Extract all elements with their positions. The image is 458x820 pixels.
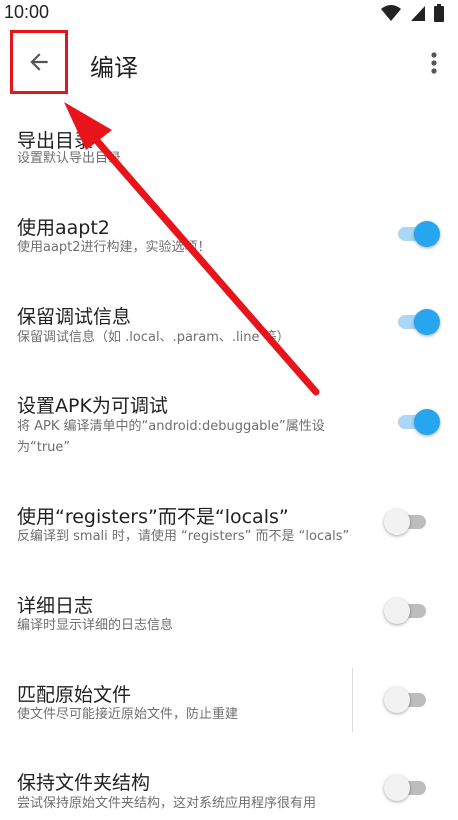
battery-icon <box>434 4 444 22</box>
setting-summary: 使文件尽可能接近原始文件，防止重建 <box>17 707 239 722</box>
setting-summary: 保留调试信息（如 .local、.param、.line 等） <box>17 330 290 345</box>
setting-keep-folder-structure[interactable]: 保持文件夹结构 尝试保持原始文件夹结构，这对系统应用程序很有用 <box>0 756 458 820</box>
setting-export-dir[interactable]: 导出目录 设置默认导出目录 <box>0 106 458 196</box>
divider <box>352 668 353 732</box>
setting-summary: 将 APK 编译清单中的“android:debuggable”属性设 <box>17 419 325 434</box>
setting-summary: 使用aapt2进行构建，实验选项！ <box>17 240 211 255</box>
aapt2-switch[interactable] <box>392 219 440 249</box>
setting-title: 使用“registers”而不是“locals” <box>17 506 289 528</box>
verbose-log-switch[interactable] <box>384 596 432 626</box>
registers-switch[interactable] <box>384 507 432 537</box>
overflow-menu-button[interactable] <box>422 46 446 80</box>
setting-title: 保持文件夹结构 <box>17 772 151 794</box>
status-bar: 10:00 <box>0 0 458 26</box>
status-time: 10:00 <box>4 2 50 22</box>
setting-title: 详细日志 <box>17 595 94 617</box>
more-vert-icon <box>431 52 437 74</box>
page-title: 编译 <box>90 54 138 82</box>
status-icons <box>380 4 444 22</box>
signal-icon <box>411 6 425 21</box>
setting-use-registers[interactable]: 使用“registers”而不是“locals” 反编译到 smali 时，请使… <box>0 486 458 576</box>
setting-use-aapt2[interactable]: 使用aapt2 使用aapt2进行构建，实验选项！ <box>0 196 458 286</box>
folder-structure-switch[interactable] <box>384 773 432 803</box>
setting-title: 匹配原始文件 <box>17 684 132 706</box>
match-original-switch[interactable] <box>384 685 432 715</box>
setting-summary-line2: 为“true” <box>17 440 71 455</box>
back-button[interactable] <box>10 30 68 94</box>
setting-keep-debug-info[interactable]: 保留调试信息 保留调试信息（如 .local、.param、.line 等） <box>0 286 458 376</box>
setting-summary: 尝试保持原始文件夹结构，这对系统应用程序很有用 <box>17 796 317 811</box>
setting-apk-debuggable[interactable]: 设置APK为可调试 将 APK 编译清单中的“android:debuggabl… <box>0 376 458 486</box>
debug-info-switch[interactable] <box>392 307 440 337</box>
setting-title: 设置APK为可调试 <box>17 395 168 417</box>
app-bar: 编译 <box>0 26 458 106</box>
setting-verbose-log[interactable]: 详细日志 编译时显示详细的日志信息 <box>0 576 458 666</box>
setting-title: 使用aapt2 <box>17 217 110 239</box>
debuggable-switch[interactable] <box>392 407 440 437</box>
setting-summary: 反编译到 smali 时，请使用 “registers” 而不是 “locals… <box>17 529 350 544</box>
setting-match-original[interactable]: 匹配原始文件 使文件尽可能接近原始文件，防止重建 <box>0 666 458 756</box>
wifi-icon <box>381 5 401 21</box>
setting-summary: 设置默认导出目录 <box>17 151 122 166</box>
arrow-left-icon <box>30 53 48 71</box>
setting-summary: 编译时显示详细的日志信息 <box>17 618 174 633</box>
setting-title: 保留调试信息 <box>17 306 132 328</box>
